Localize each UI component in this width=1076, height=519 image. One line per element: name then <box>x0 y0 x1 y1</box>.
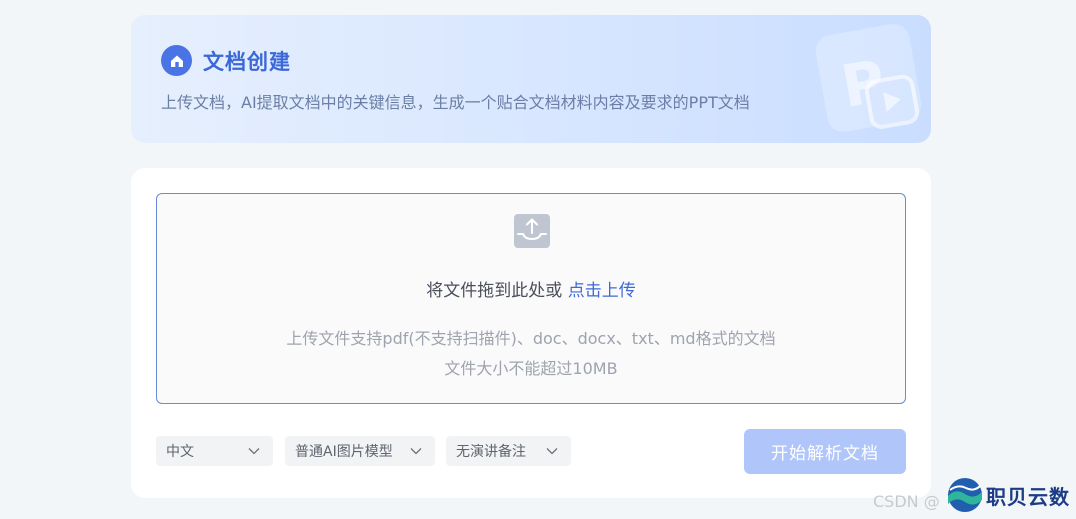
page-title: 文档创建 <box>203 49 291 74</box>
language-select-value: 中文 <box>166 444 194 460</box>
language-select[interactable]: 中文 <box>156 436 273 466</box>
speaker-notes-select-value: 无演讲备注 <box>456 444 526 460</box>
ppt-decoration-icon: P <box>815 23 922 132</box>
supported-formats-text: 上传文件支持pdf(不支持扫描件)、doc、docx、txt、md格式的文档 <box>286 329 776 348</box>
upload-icon <box>514 214 550 248</box>
brand-name: 职贝云数 <box>986 484 1070 509</box>
start-parse-button[interactable]: 开始解析文档 <box>744 429 906 474</box>
page-description: 上传文档，AI提取文档中的关键信息，生成一个贴合文档材料内容及要求的PPT文档 <box>161 93 750 112</box>
image-model-select-value: 普通AI图片模型 <box>295 444 393 460</box>
speaker-notes-select[interactable]: 无演讲备注 <box>446 436 571 466</box>
file-size-limit-text: 文件大小不能超过10MB <box>444 359 618 378</box>
header-title-row: 文档创建 <box>161 45 291 76</box>
upload-card: 将文件拖到此处或 点击上传 上传文件支持pdf(不支持扫描件)、doc、docx… <box>131 168 931 498</box>
drop-prompt-text: 将文件拖到此处或 <box>426 281 568 301</box>
drop-prompt: 将文件拖到此处或 点击上传 <box>157 276 905 301</box>
click-upload-link[interactable]: 点击上传 <box>568 281 636 301</box>
upload-dropzone[interactable]: 将文件拖到此处或 点击上传 上传文件支持pdf(不支持扫描件)、doc、docx… <box>156 193 906 404</box>
image-model-select[interactable]: 普通AI图片模型 <box>285 436 435 466</box>
brand-logo-icon <box>948 478 982 512</box>
chevron-down-icon <box>410 448 422 455</box>
home-icon <box>161 45 192 76</box>
csdn-watermark: CSDN @ <box>873 492 940 511</box>
brand-watermark: 职贝云数 <box>946 476 1070 514</box>
header-banner: 文档创建 上传文档，AI提取文档中的关键信息，生成一个贴合文档材料内容及要求的P… <box>131 15 931 143</box>
chevron-down-icon <box>248 448 260 455</box>
chevron-down-icon <box>546 448 558 455</box>
